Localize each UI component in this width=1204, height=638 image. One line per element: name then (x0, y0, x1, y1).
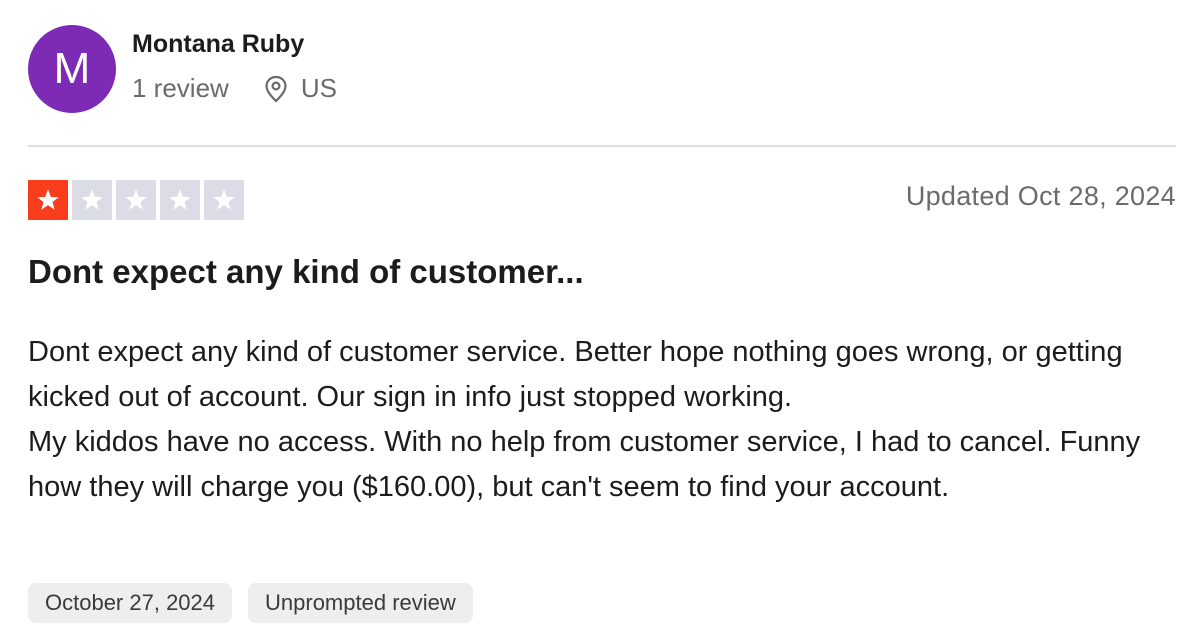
review-count: 1 review (132, 73, 229, 103)
star-3 (116, 180, 156, 220)
experience-date-chip: October 27, 2024 (28, 583, 233, 623)
star-icon (213, 189, 235, 210)
star-icon (81, 189, 103, 210)
star-icon (37, 189, 59, 210)
star-1 (28, 180, 68, 220)
avatar-initial: M (53, 44, 91, 93)
star-icon (125, 189, 147, 210)
reviewer-country: US (300, 73, 337, 103)
star-2 (72, 180, 112, 220)
star-5 (204, 180, 244, 220)
review-title[interactable]: Dont expect any kind of customer... (28, 253, 584, 291)
reviewer-meta: 1 review US (132, 73, 337, 104)
star-4 (160, 180, 200, 220)
unprompted-review-chip[interactable]: Unprompted review (248, 583, 473, 623)
star-rating (28, 180, 244, 220)
map-pin-icon (263, 75, 289, 103)
review-body: Dont expect any kind of customer service… (28, 330, 1176, 510)
updated-date: Updated Oct 28, 2024 (905, 181, 1176, 211)
review-body-paragraph: Dont expect any kind of customer service… (28, 336, 1123, 413)
reviewer-avatar[interactable]: M (28, 25, 116, 113)
reviewer-name[interactable]: Montana Ruby (132, 30, 304, 59)
review-tags: October 27, 2024 Unprompted review (28, 583, 473, 623)
review-body-paragraph: My kiddos have no access. With no help f… (28, 426, 1141, 503)
divider (28, 145, 1176, 147)
star-icon (169, 189, 191, 210)
